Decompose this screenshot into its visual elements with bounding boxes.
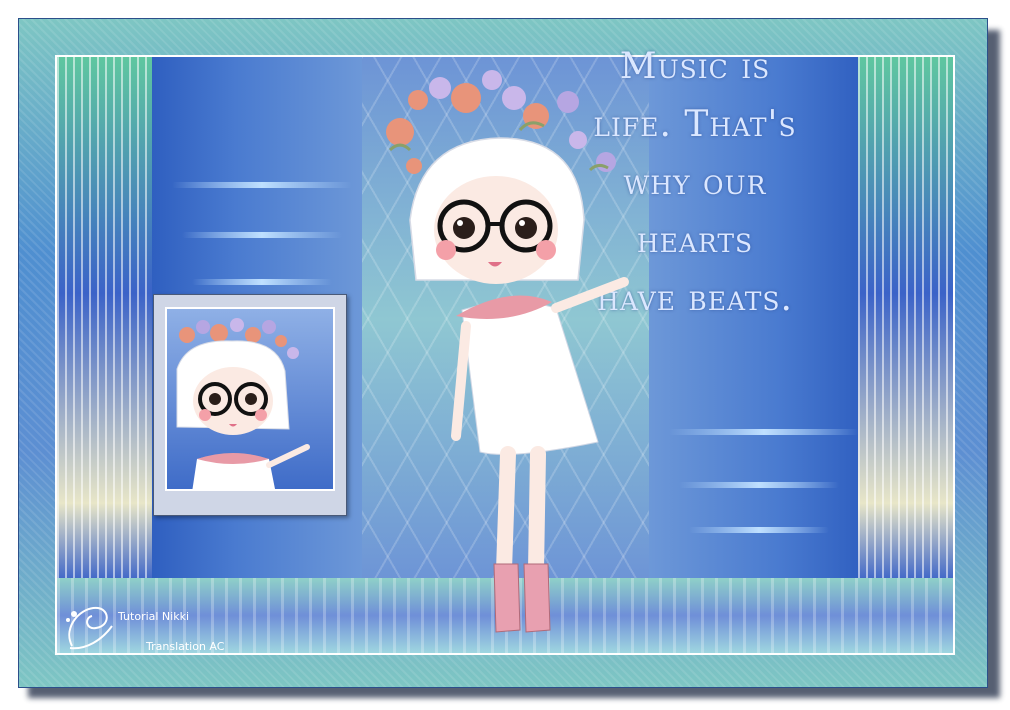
- shelf: [172, 182, 352, 188]
- shelf: [182, 232, 342, 238]
- girl-portrait-illustration: [176, 318, 310, 489]
- shelf: [669, 429, 859, 435]
- girl-illustration: [386, 70, 629, 633]
- right-pattern-panel: [858, 57, 953, 582]
- left-pattern-panel: [57, 57, 152, 582]
- shelf: [192, 279, 332, 285]
- shelf: [689, 527, 829, 533]
- photo-image: [165, 307, 335, 491]
- framed-photo: [153, 294, 347, 516]
- shelf: [679, 482, 839, 488]
- watermark-credit: Tutorial Nikki: [118, 610, 190, 623]
- flourish-icon: [66, 606, 113, 650]
- watermark: Tutorial Nikki Translation AC: [60, 596, 260, 658]
- watermark-translation: Translation AC: [146, 640, 225, 653]
